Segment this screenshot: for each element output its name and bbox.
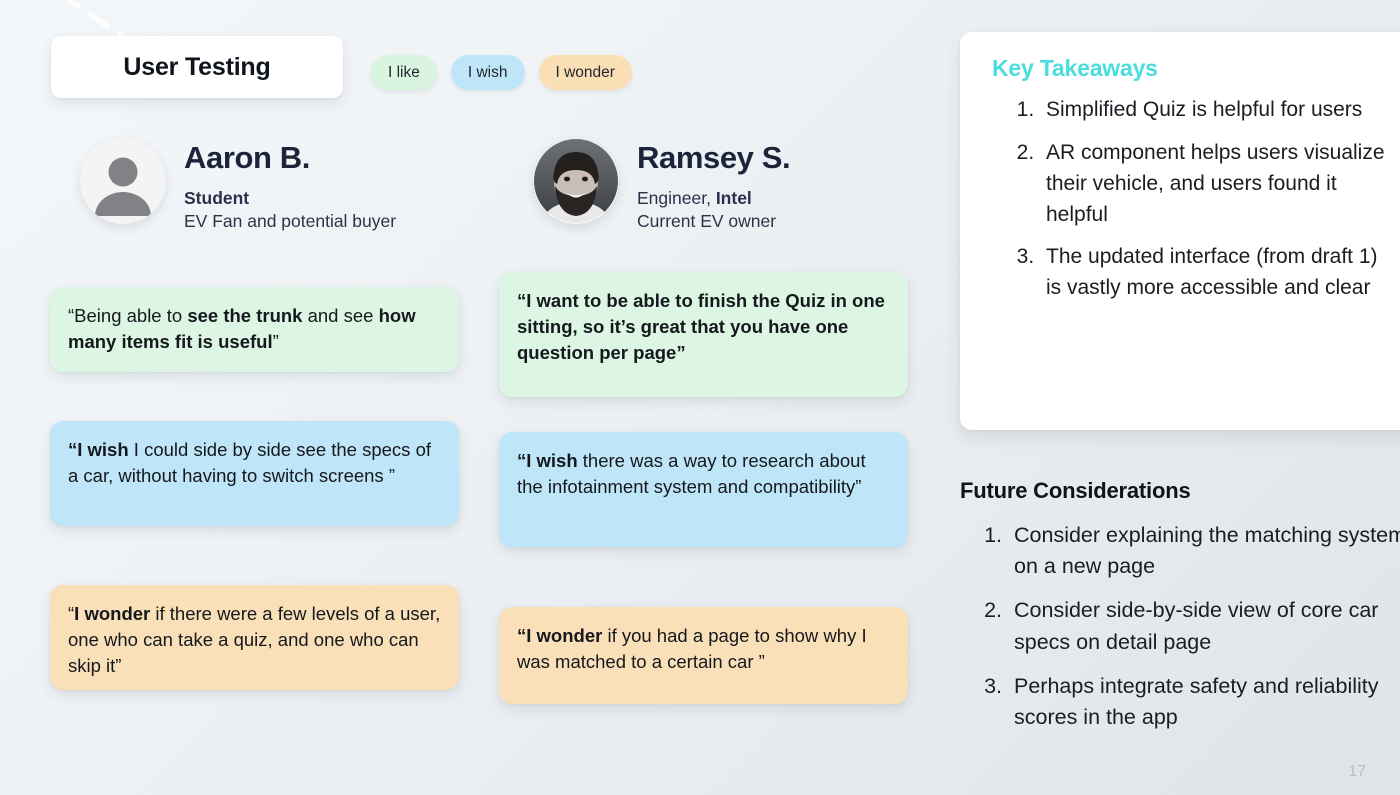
- page-title: User Testing: [123, 52, 271, 81]
- quote-card-ramsey-wish: “I wish there was a way to research abou…: [499, 432, 908, 547]
- future-considerations-title: Future Considerations: [960, 478, 1191, 503]
- quote-card-ramsey-like: “I want to be able to finish the Quiz in…: [499, 272, 908, 397]
- list-item: Perhaps integrate safety and reliability…: [1008, 671, 1400, 733]
- persona-ramsey: Ramsey S. Engineer, Intel Current EV own…: [533, 138, 791, 233]
- persona-name: Aaron B.: [184, 140, 310, 175]
- key-takeaways-card: Key Takeaways Simplified Quiz is helpful…: [960, 32, 1400, 430]
- list-item: Consider side-by-side view of core car s…: [1008, 595, 1400, 657]
- user-photo-avatar: [533, 138, 619, 224]
- quote-card-aaron-wish: “I wish I could side by side see the spe…: [50, 421, 459, 526]
- future-considerations-section: Future Considerations Consider explainin…: [960, 478, 1400, 746]
- legend-tag-i-wish[interactable]: I wish: [450, 55, 525, 90]
- list-item: AR component helps users visualize their…: [1040, 138, 1390, 231]
- key-takeaways-list: Simplified Quiz is helpful for users AR …: [992, 95, 1390, 304]
- persona-role: Student: [184, 187, 250, 208]
- persona-name: Ramsey S.: [637, 140, 791, 175]
- list-item: The updated interface (from draft 1) is …: [1040, 242, 1390, 304]
- future-considerations-list: Consider explaining the matching system …: [960, 520, 1400, 733]
- page-title-card: User Testing: [51, 36, 343, 98]
- page-number: 17: [1348, 763, 1366, 780]
- legend-tag-i-wonder[interactable]: I wonder: [538, 55, 632, 90]
- persona-aaron: Aaron B. Student EV Fan and potential bu…: [80, 138, 396, 233]
- key-takeaways-title: Key Takeaways: [992, 55, 1158, 81]
- quote-card-ramsey-wonder: “I wonder if you had a page to show why …: [499, 607, 908, 704]
- list-item: Simplified Quiz is helpful for users: [1040, 95, 1390, 126]
- list-item: Consider explaining the matching system …: [1008, 520, 1400, 582]
- legend-tag-i-like[interactable]: I like: [371, 55, 437, 90]
- persona-role: Engineer, Intel: [637, 187, 752, 208]
- persona-subtitle: EV Fan and potential buyer: [184, 210, 397, 231]
- quote-card-aaron-like: “Being able to see the trunk and see how…: [50, 287, 459, 372]
- legend-tag-group: I like I wish I wonder: [371, 55, 632, 90]
- persona-subtitle: Current EV owner: [637, 210, 777, 231]
- person-placeholder-icon: [80, 138, 166, 224]
- quote-card-aaron-wonder: “I wonder if there were a few levels of …: [50, 585, 459, 690]
